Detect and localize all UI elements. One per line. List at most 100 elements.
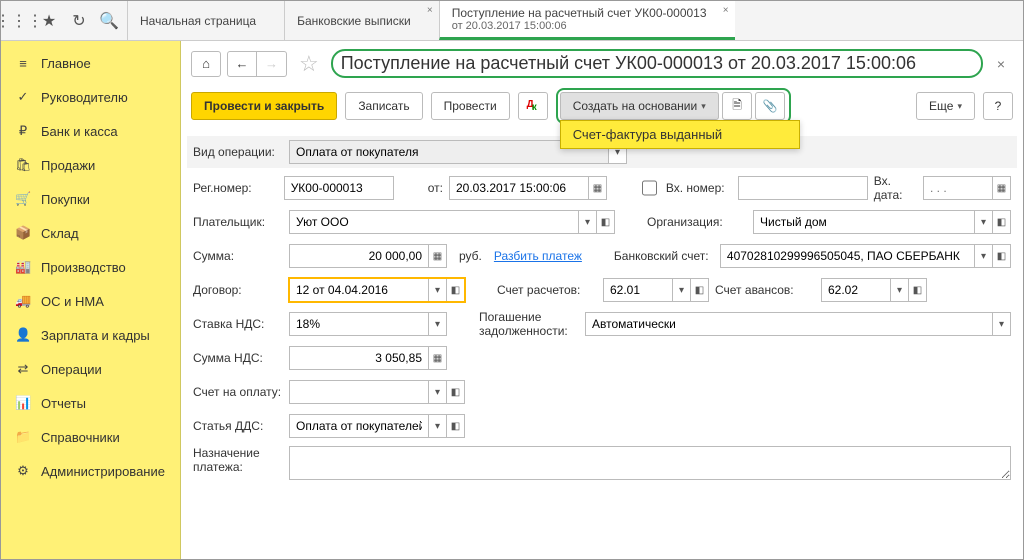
person-icon: 👤 — [15, 327, 31, 343]
attach-button[interactable]: 📎 — [755, 92, 785, 120]
sidebar-label: Производство — [41, 260, 126, 275]
org-input[interactable] — [753, 210, 975, 234]
dropdown-icon[interactable]: ▾ — [673, 278, 691, 302]
print-button[interactable]: 🗎 — [722, 92, 752, 120]
in-number-input[interactable] — [738, 176, 868, 200]
forward-button[interactable]: → — [257, 51, 287, 77]
dds-input[interactable] — [289, 414, 429, 438]
more-button[interactable]: Еще — [916, 92, 975, 120]
close-page-button[interactable]: × — [989, 56, 1013, 72]
star-top-icon[interactable]: ★ — [39, 11, 59, 31]
sidebar-label: Отчеты — [41, 396, 86, 411]
back-button[interactable]: ← — [227, 51, 257, 77]
vat-sum-label: Сумма НДС: — [193, 351, 283, 365]
currency-label: руб. — [453, 249, 488, 263]
ruble-icon: ₽ — [15, 123, 31, 139]
sidebar-item-assets[interactable]: 🚚ОС и НМА — [1, 284, 180, 318]
sidebar-label: Продажи — [41, 158, 95, 173]
in-number-label: Вх. номер: — [666, 181, 732, 195]
open-icon[interactable]: ◧ — [993, 210, 1011, 234]
calendar-icon[interactable]: ▦ — [993, 176, 1011, 200]
apps-icon[interactable]: ⋮⋮⋮ — [9, 11, 29, 31]
dropdown-icon[interactable]: ▾ — [975, 210, 993, 234]
dropdown-icon[interactable]: ▾ — [429, 380, 447, 404]
create-based-button[interactable]: Создать на основании — [560, 92, 719, 120]
dropdown-icon[interactable]: ▾ — [891, 278, 909, 302]
calculator-icon[interactable]: ▦ — [429, 346, 447, 370]
sidebar: ≡Главное ✓Руководителю ₽ Банк и касса 🛍 Пр… — [1, 41, 181, 559]
contract-input[interactable] — [289, 278, 429, 302]
operation-type-label: Вид операции: — [193, 145, 283, 159]
dropdown-icon[interactable]: ▾ — [429, 414, 447, 438]
sidebar-item-admin[interactable]: ⚙Администрирование — [1, 454, 180, 488]
sidebar-item-operations[interactable]: ⇄Операции — [1, 352, 180, 386]
open-icon[interactable]: ◧ — [691, 278, 709, 302]
sidebar-item-manager[interactable]: ✓Руководителю — [1, 80, 180, 114]
dk-movements-button[interactable]: Д — [518, 92, 548, 120]
tab-receipt[interactable]: Поступление на расчетный счет УК00-00001… — [439, 1, 735, 40]
calendar-icon[interactable]: ▦ — [589, 176, 607, 200]
favorite-icon[interactable]: ☆ — [293, 51, 325, 77]
sidebar-label: Банк и касса — [41, 124, 118, 139]
advance-account-input[interactable] — [821, 278, 891, 302]
open-icon[interactable]: ◧ — [447, 380, 465, 404]
sidebar-item-catalogs[interactable]: 📁Справочники — [1, 420, 180, 454]
sidebar-item-salary[interactable]: 👤Зарплата и кадры — [1, 318, 180, 352]
sidebar-item-warehouse[interactable]: 📦Склад — [1, 216, 180, 250]
bank-account-input[interactable] — [720, 244, 975, 268]
page-title: Поступление на расчетный счет УК00-00001… — [331, 49, 983, 78]
home-button[interactable]: ⌂ — [191, 51, 221, 77]
invoice-label: Счет на оплату: — [193, 385, 283, 399]
search-top-icon[interactable]: 🔍 — [99, 11, 119, 31]
bag-icon: 🛍 — [15, 157, 31, 173]
posted-checkbox[interactable] — [642, 180, 657, 196]
reg-number-label: Рег.номер: — [193, 181, 278, 195]
open-icon[interactable]: ◧ — [447, 278, 465, 302]
history-icon[interactable]: ↻ — [69, 11, 89, 31]
post-button[interactable]: Провести — [431, 92, 510, 120]
vat-sum-input[interactable] — [289, 346, 429, 370]
date-input[interactable] — [449, 176, 589, 200]
factory-icon: 🏭 — [15, 259, 31, 275]
open-icon[interactable]: ◧ — [447, 414, 465, 438]
purpose-textarea[interactable] — [289, 446, 1011, 480]
payer-input[interactable] — [289, 210, 579, 234]
invoice-input[interactable] — [289, 380, 429, 404]
tab-home[interactable]: Начальная страница — [127, 1, 284, 40]
dropdown-icon[interactable]: ▾ — [429, 278, 447, 302]
advance-account-label: Счет авансов: — [715, 283, 815, 297]
sidebar-label: Склад — [41, 226, 79, 241]
debt-settlement-label: Погашение задолженности: — [479, 310, 579, 338]
tab-bank-statements[interactable]: Банковские выписки × — [284, 1, 439, 40]
dds-label: Статья ДДС: — [193, 419, 283, 433]
sidebar-item-purchases[interactable]: 🛒Покупки — [1, 182, 180, 216]
sidebar-item-reports[interactable]: 📊Отчеты — [1, 386, 180, 420]
open-icon[interactable]: ◧ — [597, 210, 615, 234]
sum-input[interactable] — [289, 244, 429, 268]
reg-number-input[interactable] — [284, 176, 394, 200]
close-icon[interactable]: × — [427, 5, 433, 16]
tab-sublabel: от 20.03.2017 15:00:06 — [452, 20, 707, 32]
help-button[interactable]: ? — [983, 92, 1013, 120]
split-payment-link[interactable]: Разбить платеж — [494, 249, 582, 263]
open-icon[interactable]: ◧ — [909, 278, 927, 302]
sidebar-item-bank[interactable]: ₽ Банк и касса — [1, 114, 180, 148]
dropdown-icon[interactable]: ▾ — [579, 210, 597, 234]
dropdown-icon[interactable]: ▾ — [975, 244, 993, 268]
write-button[interactable]: Записать — [345, 92, 422, 120]
open-icon[interactable]: ◧ — [993, 244, 1011, 268]
in-date-input[interactable] — [923, 176, 993, 200]
sidebar-item-main[interactable]: ≡Главное — [1, 47, 180, 80]
post-and-close-button[interactable]: Провести и закрыть — [191, 92, 337, 120]
chart-icon: ✓ — [15, 89, 31, 105]
calculator-icon[interactable]: ▦ — [429, 244, 447, 268]
dropdown-icon[interactable]: ▾ — [429, 312, 447, 336]
vat-rate-input[interactable] — [289, 312, 429, 336]
menu-item-invoice-issued[interactable]: Счет-фактура выданный — [573, 127, 787, 142]
sidebar-item-sales[interactable]: 🛍 Продажи — [1, 148, 180, 182]
close-icon[interactable]: × — [723, 5, 729, 16]
dropdown-icon[interactable]: ▾ — [993, 312, 1011, 336]
debt-settlement-input[interactable] — [585, 312, 993, 336]
sidebar-item-production[interactable]: 🏭 Производство — [1, 250, 180, 284]
settlement-account-input[interactable] — [603, 278, 673, 302]
